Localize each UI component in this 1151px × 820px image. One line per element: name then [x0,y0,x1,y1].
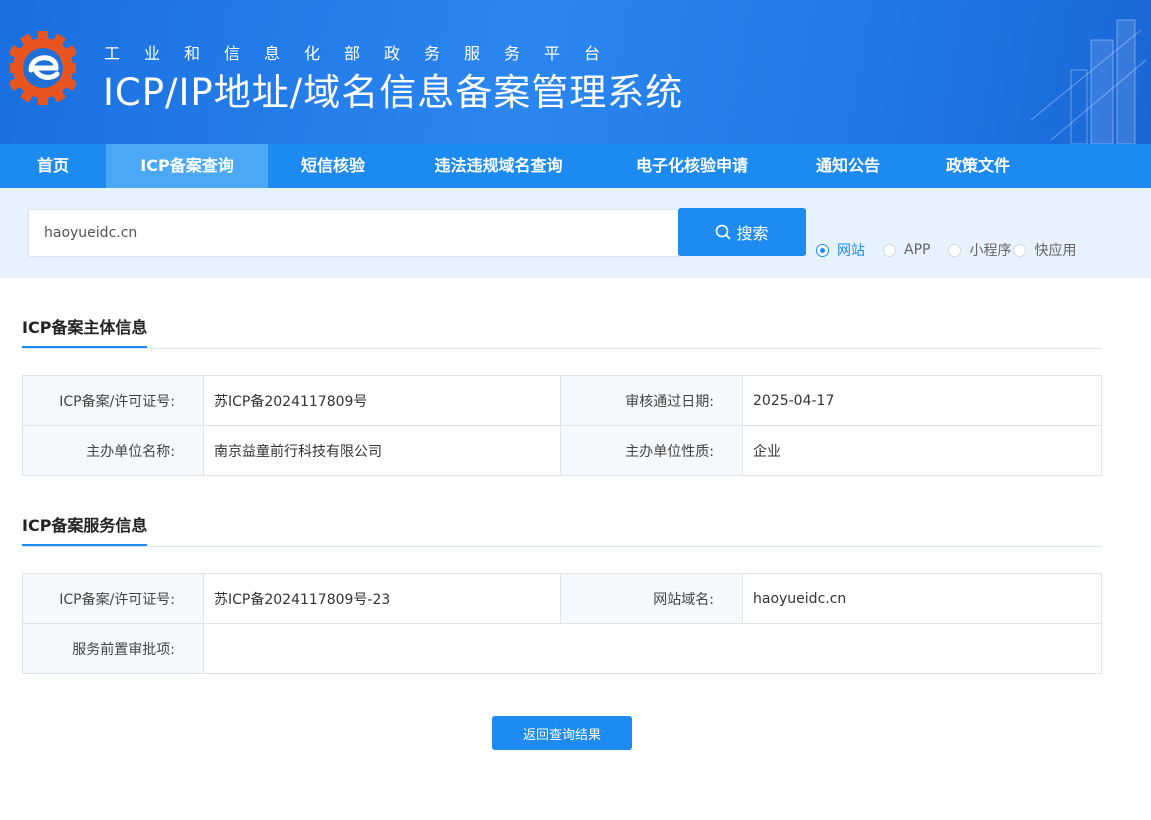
search-input[interactable]: haoyueidc.cn [28,209,679,257]
radio-dot-icon [816,243,829,257]
section-divider [22,546,1102,547]
domain-label: 网站域名: [560,573,743,624]
search-button-label: 搜索 [736,224,769,243]
table-row: ICP备案/许可证号: 苏ICP备2024117809号-23 网站域名: ha… [22,573,1102,624]
subject-section-title: ICP备案主体信息 [22,314,148,348]
table-row: 主办单位名称: 南京益童前行科技有限公司 主办单位性质: 企业 [22,425,1102,476]
preapproval-value [203,623,1102,674]
radio-dot-icon [1013,243,1027,257]
org-name-label: 主办单位名称: [22,425,204,476]
nav-notices[interactable]: 通知公告 [785,144,911,188]
table-row: 服务前置审批项: [22,623,1102,674]
radio-dot-icon [883,243,896,257]
service-info-table: ICP备案/许可证号: 苏ICP备2024117809号-23 网站域名: ha… [22,573,1102,674]
org-type-label: 主办单位性质: [560,425,743,476]
search-button[interactable]: 搜索 [678,208,806,256]
ministry-logo-icon [10,31,76,105]
nav-icp-query[interactable]: ICP备案查询 [106,144,268,188]
search-band: haoyueidc.cn 搜索 网站 APP 小程序 快应用 [0,188,1151,278]
nav-home[interactable]: 首页 [0,144,106,188]
site-header: 工业和信息化部政务服务平台 ICP/IP地址/域名信息备案管理系统 [0,0,1151,144]
main-nav: 首页 ICP备案查询 短信核验 违法违规域名查询 电子化核验申请 通知公告 政策… [0,144,1151,188]
radio-dot-icon [948,243,962,257]
nav-sms-verify[interactable]: 短信核验 [268,144,398,188]
nav-e-verify-apply[interactable]: 电子化核验申请 [599,144,785,188]
license-label: ICP备案/许可证号: [22,375,204,426]
radio-quick-app[interactable]: 快应用 [1013,240,1076,260]
radio-label: 快应用 [1034,243,1077,259]
domain-value: haoyueidc.cn [742,573,1102,624]
preapproval-label: 服务前置审批项: [22,623,204,674]
back-to-results-button[interactable]: 返回查询结果 [492,716,632,750]
nav-policy-docs[interactable]: 政策文件 [911,144,1045,188]
service-license-label: ICP备案/许可证号: [22,573,204,624]
subject-info-table: ICP备案/许可证号: 苏ICP备2024117809号 审核通过日期: 202… [22,375,1102,476]
nav-illegal-domain-query[interactable]: 违法违规域名查询 [398,144,599,188]
section-divider [22,348,1102,349]
city-skyline-decoration [1030,19,1147,144]
search-type-radio-group: 网站 APP 小程序 快应用 [816,240,1086,260]
site-subtitle: 工业和信息化部政务服务平台 [104,44,625,63]
radio-website[interactable]: 网站 [816,240,865,260]
service-section-title: ICP备案服务信息 [22,512,148,546]
license-value: 苏ICP备2024117809号 [203,375,561,426]
service-license-value: 苏ICP备2024117809号-23 [203,573,561,624]
radio-label: 小程序 [969,243,1012,259]
org-name-value: 南京益童前行科技有限公司 [203,425,561,476]
radio-app[interactable]: APP [883,242,930,258]
org-type-value: 企业 [742,425,1102,476]
radio-mini-program[interactable]: 小程序 [948,240,1011,260]
table-row: ICP备案/许可证号: 苏ICP备2024117809号 审核通过日期: 202… [22,375,1102,426]
radio-label: 网站 [837,243,865,259]
approve-date-label: 审核通过日期: [560,375,743,426]
radio-label: APP [904,242,931,258]
site-title: ICP/IP地址/域名信息备案管理系统 [103,71,684,114]
search-icon [716,224,731,240]
approve-date-value: 2025-04-17 [742,375,1102,426]
